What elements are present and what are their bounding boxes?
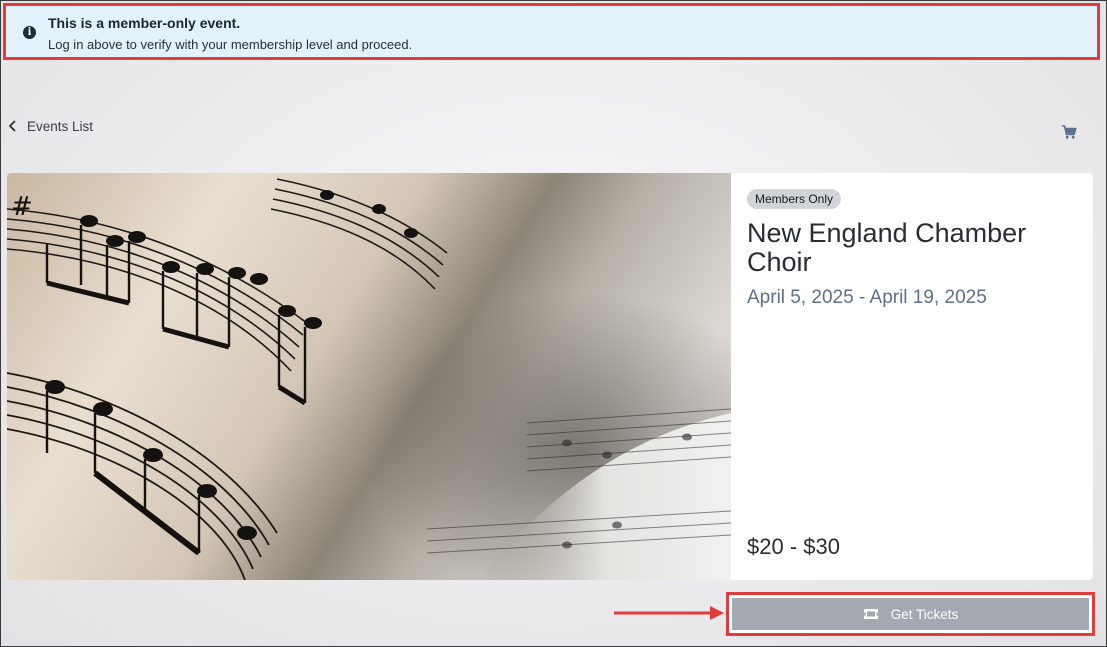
event-dates: April 5, 2025 - April 19, 2025 bbox=[747, 287, 987, 308]
chevron-left-icon bbox=[8, 120, 16, 132]
ticket-icon bbox=[863, 609, 878, 619]
alert-title: This is a member-only event. bbox=[48, 15, 241, 31]
members-only-badge: Members Only bbox=[747, 189, 842, 209]
event-title: New England Chamber Choir bbox=[747, 218, 1027, 277]
event-details: Members Only New England Chamber Choir A… bbox=[747, 173, 1087, 580]
event-card: # Members Only New England Chamber Choir… bbox=[7, 173, 1093, 580]
events-list-label: Events List bbox=[27, 118, 94, 134]
member-only-alert: i This is a member-only event. Log in ab… bbox=[3, 3, 1100, 60]
annotation-arrow bbox=[614, 606, 724, 620]
info-icon: i bbox=[23, 26, 36, 39]
cart-icon[interactable] bbox=[1061, 124, 1077, 140]
events-list-link[interactable]: Events List bbox=[6, 115, 93, 137]
alert-message: Log in above to verify with your members… bbox=[48, 37, 413, 52]
get-tickets-highlight: Get Tickets bbox=[726, 592, 1095, 636]
event-price: $20 - $30 bbox=[747, 534, 840, 559]
get-tickets-button[interactable]: Get Tickets bbox=[732, 598, 1089, 630]
sheet-music-image: # bbox=[7, 173, 731, 580]
svg-text:#: # bbox=[11, 192, 33, 222]
get-tickets-label: Get Tickets bbox=[890, 606, 959, 622]
